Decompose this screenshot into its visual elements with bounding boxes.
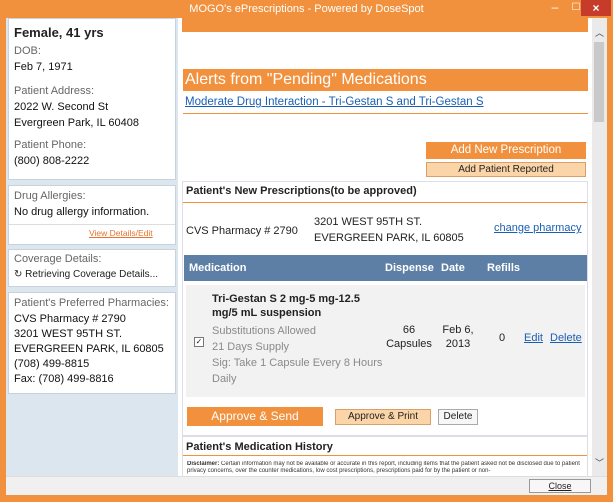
disclaimer-label: Disclaimer:: [187, 461, 220, 467]
medication-details: Substitutions Allowed 21 Days Supply Sig…: [212, 323, 382, 387]
address-label: Patient Address:: [14, 85, 95, 97]
scroll-up-icon[interactable]: ︿: [595, 26, 604, 39]
patient-name: Female, 41 yrs: [14, 25, 104, 40]
allergies-label: Drug Allergies:: [14, 190, 86, 202]
pharmacy-address: 3201 WEST 95TH ST. EVERGREEN PARK, IL 60…: [314, 214, 464, 246]
preferred-pharmacy-line-4: (708) 499-8815: [14, 358, 90, 370]
pharmacy-address-line-1: 3201 WEST 95TH ST.: [314, 216, 423, 228]
divider: [183, 113, 588, 114]
dispense-cell: 66 Capsules: [384, 323, 434, 351]
allergies-panel: Drug Allergies: No drug allergy informat…: [8, 185, 176, 245]
preferred-pharmacy-line-1: CVS Pharmacy # 2790: [14, 313, 126, 325]
add-new-prescription-button[interactable]: Add New Prescription: [426, 142, 586, 159]
disclaimer-text: Disclaimer: Certain information may not …: [187, 461, 581, 475]
phone-label: Patient Phone:: [14, 139, 87, 151]
phone-value: (800) 808-2222: [14, 155, 90, 167]
divider: [183, 455, 587, 456]
dispense-qty: 66: [402, 324, 416, 336]
app-window: MOGO's ePrescriptions - Powered by DoseS…: [0, 0, 613, 502]
coverage-panel: Coverage Details: ↻ Retrieving Coverage …: [8, 249, 176, 287]
scroll-thumb[interactable]: [594, 42, 604, 122]
coverage-status: ↻ Retrieving Coverage Details...: [14, 269, 158, 280]
days-supply-text: 21 Days Supply: [212, 341, 290, 353]
date-cell: Feb 6, 2013: [440, 323, 476, 351]
disclaimer-body: Certain information may not be available…: [187, 461, 580, 474]
footer-bar: Close: [6, 476, 607, 495]
edit-link[interactable]: Edit: [524, 331, 543, 345]
preferred-pharmacy-line-5: Fax: (708) 499-8816: [14, 373, 114, 385]
medication-name-line-2: mg/5 mL suspension: [212, 307, 322, 319]
allergies-value: No drug allergy information.: [14, 206, 150, 218]
main-content: Alerts from "Pending" Medications Modera…: [182, 18, 588, 494]
prescriptions-table-header: Medication Dispense Date Refills: [184, 255, 587, 281]
close-button[interactable]: Close: [529, 479, 591, 493]
divider: [183, 202, 587, 203]
address-line-2: Evergreen Park, IL 60408: [14, 117, 139, 129]
pharmacy-name: CVS Pharmacy # 2790: [186, 225, 298, 237]
delete-button[interactable]: Delete: [438, 409, 478, 425]
substitutions-text: Substitutions Allowed: [212, 325, 316, 337]
window-title: MOGO's ePrescriptions - Powered by DoseS…: [189, 3, 424, 15]
alerts-heading: Alerts from "Pending" Medications: [183, 69, 588, 91]
medication-history-heading: Patient's Medication History: [186, 441, 333, 453]
preferred-pharmacies-label: Patient's Preferred Pharmacies:: [14, 297, 169, 309]
coverage-label: Coverage Details:: [14, 253, 102, 265]
dob-value: Feb 7, 1971: [14, 61, 73, 73]
dispense-unit: Capsules: [386, 338, 432, 350]
patient-sidebar: Female, 41 yrs DOB: Feb 7, 1971 Patient …: [6, 18, 178, 494]
pharmacy-address-line-2: EVERGREEN PARK, IL 60805: [314, 232, 464, 244]
column-dispense: Dispense: [385, 262, 434, 274]
add-patient-reported-button[interactable]: Add Patient Reported: [426, 162, 586, 177]
view-details-link[interactable]: View Details/Edit: [89, 228, 153, 238]
spinner-icon: ↻: [14, 269, 23, 280]
column-refills: Refills: [487, 262, 521, 274]
medication-name-line-1: Tri-Gestan S 2 mg-5 mg-12.5: [212, 293, 360, 305]
date-line-2: 2013: [445, 338, 471, 350]
approve-print-button[interactable]: Approve & Print: [335, 409, 431, 425]
address-line-1: 2022 W. Second St: [14, 101, 109, 113]
top-orange-bar: [182, 18, 588, 32]
client-area: Female, 41 yrs DOB: Feb 7, 1971 Patient …: [6, 18, 607, 495]
approve-send-button[interactable]: Approve & Send: [187, 407, 323, 426]
column-date: Date: [441, 262, 465, 274]
dob-label: DOB:: [14, 45, 41, 57]
delete-link[interactable]: Delete: [550, 331, 582, 345]
preferred-pharmacy-line-2: 3201 WEST 95TH ST.: [14, 328, 123, 340]
patient-info-panel: Female, 41 yrs DOB: Feb 7, 1971 Patient …: [8, 18, 176, 180]
minimize-icon[interactable]: –: [545, 1, 565, 15]
new-prescriptions-section: Patient's New Prescriptions(to be approv…: [182, 181, 588, 436]
sig-text: Sig: Take 1 Capsule Every 8 Hours: [212, 357, 383, 369]
change-pharmacy-link[interactable]: change pharmacy: [494, 222, 581, 234]
title-bar: MOGO's ePrescriptions - Powered by DoseS…: [0, 0, 613, 18]
new-prescriptions-heading: Patient's New Prescriptions(to be approv…: [186, 185, 417, 197]
date-line-1: Feb 6,: [442, 324, 474, 336]
sig-text-cont: Daily: [212, 373, 237, 385]
column-medication: Medication: [189, 262, 247, 274]
scroll-down-icon[interactable]: ﹀: [595, 456, 604, 469]
medication-name: Tri-Gestan S 2 mg-5 mg-12.5 mg/5 mL susp…: [212, 292, 360, 320]
refills-cell: 0: [498, 332, 506, 344]
close-icon[interactable]: ×: [581, 0, 611, 16]
preferred-pharmacy-line-3: EVERGREEN PARK, IL 60805: [14, 343, 164, 355]
coverage-status-text: Retrieving Coverage Details...: [25, 269, 159, 280]
table-row: ✓ Tri-Gestan S 2 mg-5 mg-12.5 mg/5 mL su…: [186, 285, 585, 397]
preferred-pharmacies-panel: Patient's Preferred Pharmacies: CVS Phar…: [8, 292, 176, 394]
vertical-scrollbar[interactable]: ︿ ﹀: [592, 18, 607, 476]
select-checkbox[interactable]: ✓: [194, 337, 204, 347]
drug-interaction-link[interactable]: Moderate Drug Interaction - Tri-Gestan S…: [185, 96, 484, 108]
